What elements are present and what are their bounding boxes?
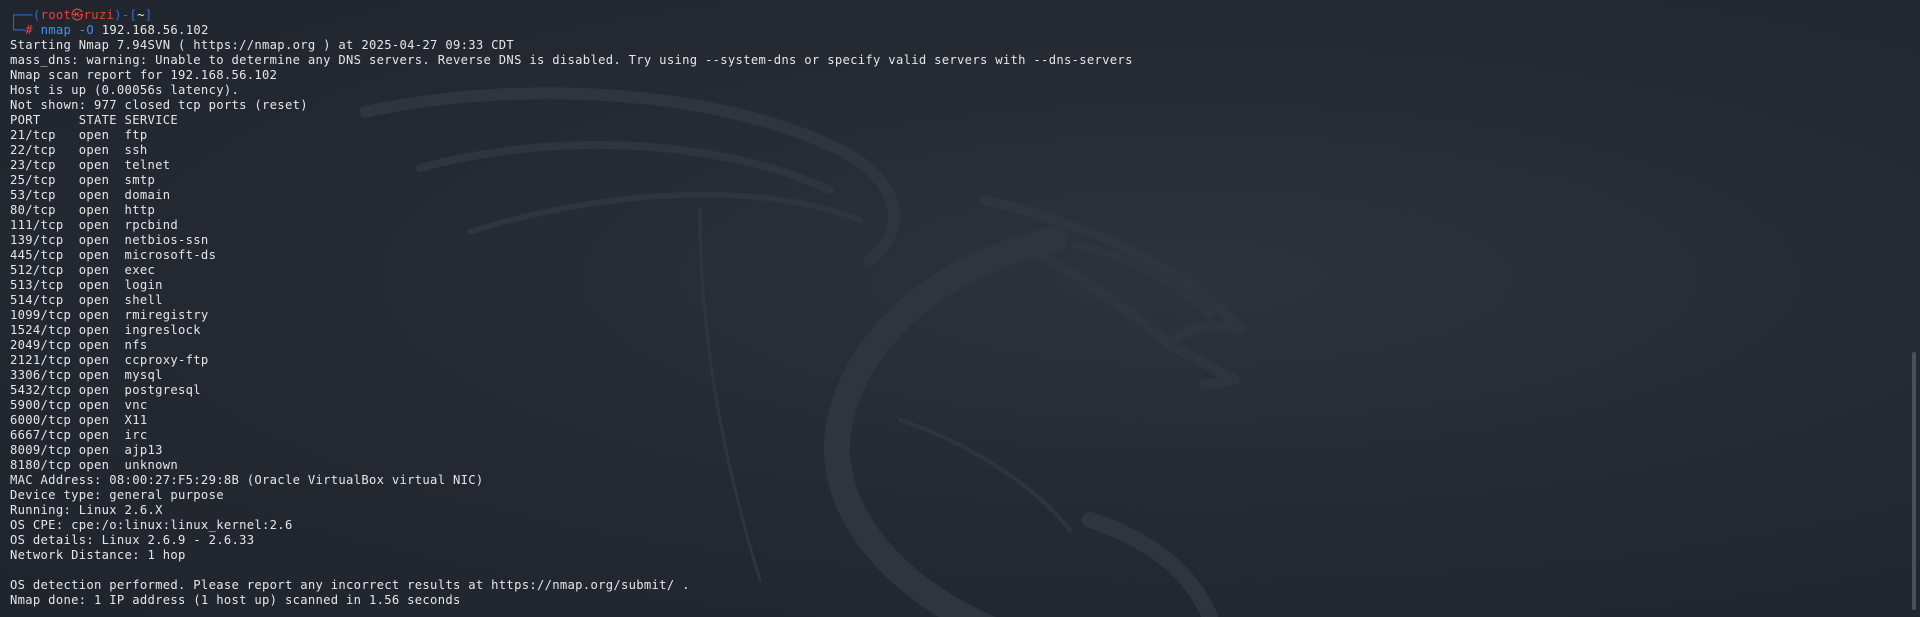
prompt-dir: ~ — [137, 8, 145, 22]
output-line: MAC Address: 08:00:27:F5:29:8B (Oracle V… — [10, 473, 484, 487]
output-line: OS detection performed. Please report an… — [10, 578, 690, 592]
output-line: 22/tcp open ssh — [10, 143, 148, 157]
output-line: Device type: general purpose — [10, 488, 224, 502]
output-line: mass_dns: warning: Unable to determine a… — [10, 53, 1133, 67]
output-line: Not shown: 977 closed tcp ports (reset) — [10, 98, 308, 112]
prompt-command: nmap — [40, 23, 72, 37]
output-line: 21/tcp open ftp — [10, 128, 148, 142]
prompt-host: ruzi — [83, 8, 115, 22]
output-line: 512/tcp open exec — [10, 263, 156, 277]
output-line: 5900/tcp open vnc — [10, 398, 148, 412]
prompt-line-1: ┌──(root㉿ruzi)-[~] — [10, 8, 153, 22]
terminal-output[interactable]: ┌──(root㉿ruzi)-[~] └─# nmap -O 192.168.5… — [10, 8, 1896, 608]
output-line: 8180/tcp open unknown — [10, 458, 179, 472]
output-line: 8009/tcp open ajp13 — [10, 443, 163, 457]
output-line: 2121/tcp open ccproxy-ftp — [10, 353, 209, 367]
output-line: OS CPE: cpe:/o:linux:linux_kernel:2.6 — [10, 518, 293, 532]
scrollbar-thumb[interactable] — [1912, 352, 1916, 610]
output-line: 139/tcp open netbios-ssn — [10, 233, 209, 247]
output-line: 80/tcp open http — [10, 203, 156, 217]
output-line: 23/tcp open telnet — [10, 158, 171, 172]
prompt-user: root — [40, 8, 72, 22]
command-output: Starting Nmap 7.94SVN ( https://nmap.org… — [10, 38, 1896, 608]
prompt-target: 192.168.56.102 — [101, 23, 209, 37]
output-line: 111/tcp open rpcbind — [10, 218, 179, 232]
output-line: PORT STATE SERVICE — [10, 113, 179, 127]
output-line: 1524/tcp open ingreslock — [10, 323, 201, 337]
output-line: 514/tcp open shell — [10, 293, 163, 307]
output-line: Nmap done: 1 IP address (1 host up) scan… — [10, 593, 461, 607]
output-line: 1099/tcp open rmiregistry — [10, 308, 209, 322]
output-line: OS details: Linux 2.6.9 - 2.6.33 — [10, 533, 255, 547]
output-line: Running: Linux 2.6.X — [10, 503, 163, 517]
prompt-symbol: ㉿ — [71, 8, 84, 22]
output-line: 513/tcp open login — [10, 278, 163, 292]
output-line: 5432/tcp open postgresql — [10, 383, 201, 397]
output-line: Nmap scan report for 192.168.56.102 — [10, 68, 278, 82]
output-line: Host is up (0.00056s latency). — [10, 83, 240, 97]
output-line: 53/tcp open domain — [10, 188, 171, 202]
output-line: 445/tcp open microsoft-ds — [10, 248, 217, 262]
prompt-flag: -O — [78, 23, 95, 37]
output-line: 2049/tcp open nfs — [10, 338, 148, 352]
prompt-line-2[interactable]: └─# nmap -O 192.168.56.102 — [10, 23, 1896, 38]
output-line: Starting Nmap 7.94SVN ( https://nmap.org… — [10, 38, 515, 52]
output-line: Network Distance: 1 hop — [10, 548, 186, 562]
output-line: 25/tcp open smtp — [10, 173, 156, 187]
output-line: 6667/tcp open irc — [10, 428, 148, 442]
output-line: 3306/tcp open mysql — [10, 368, 163, 382]
output-line: 6000/tcp open X11 — [10, 413, 148, 427]
